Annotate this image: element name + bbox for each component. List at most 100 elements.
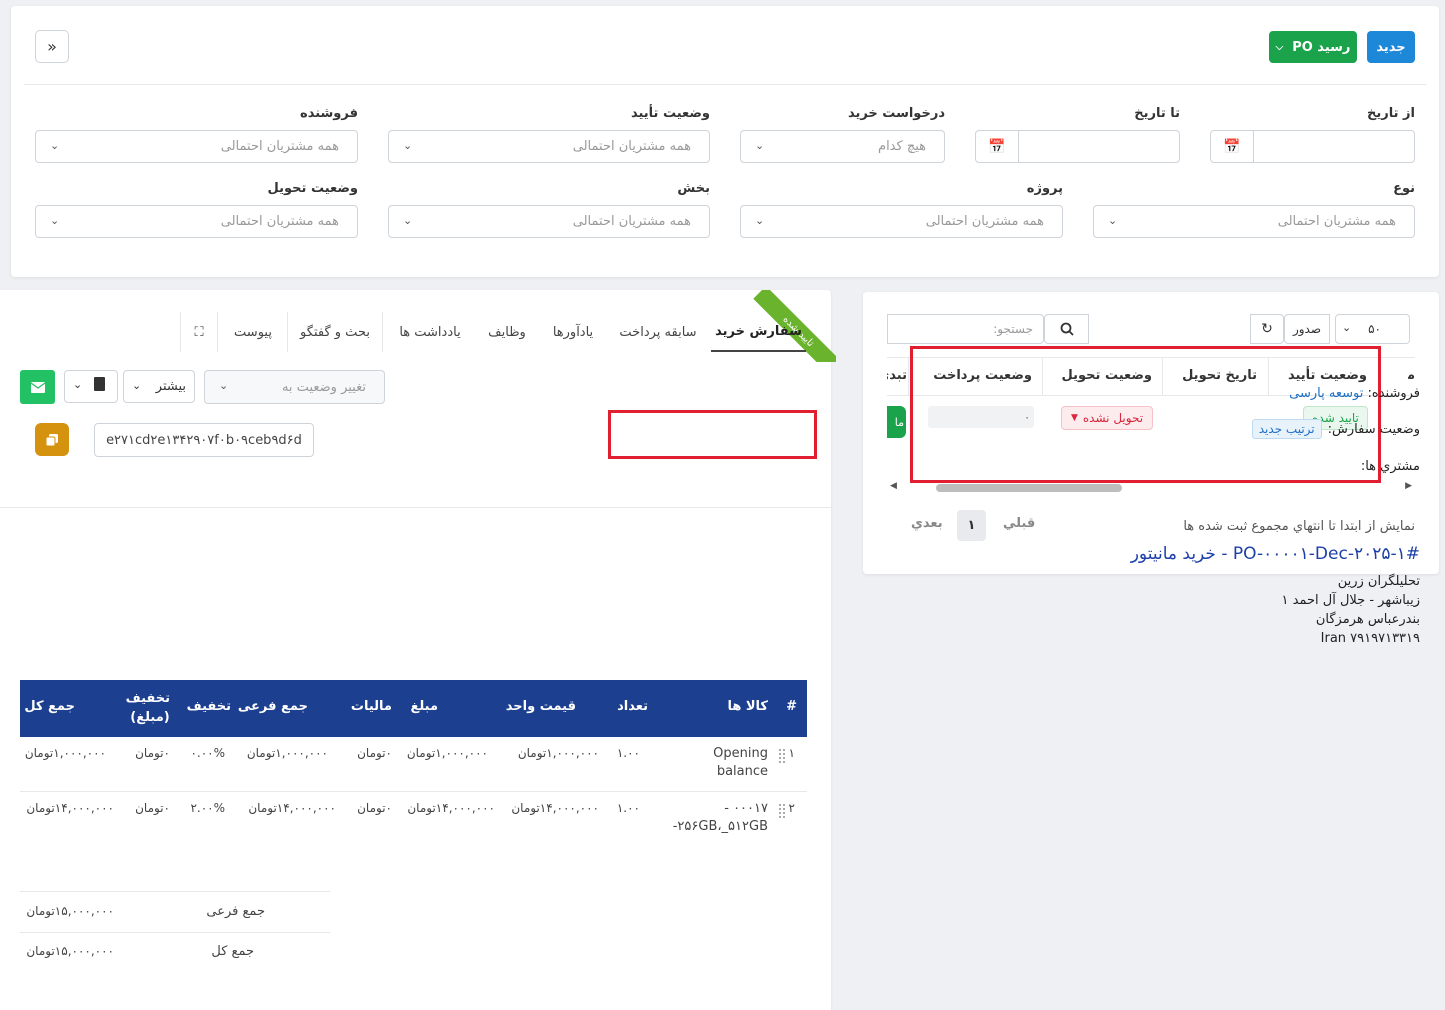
delivery-status-select[interactable]: همه مشتریان احتمالی ⌄ [35, 205, 358, 238]
to-date-input[interactable]: 📅 [975, 130, 1180, 163]
chevron-down-icon: ⌄ [403, 214, 413, 227]
tab-payment-history[interactable]: سابقه پرداخت [608, 312, 708, 352]
tab-attachments[interactable]: پیوست [220, 312, 286, 352]
convert-button[interactable]: ما [887, 406, 906, 438]
col-header-convert: تبدی [887, 368, 907, 383]
tab-fullscreen[interactable]: ⛶ [180, 312, 218, 352]
row1-discount: ۰.۰۰% [190, 746, 225, 760]
hash-value: e۲۷۱cd۲e۱۳۴۲۹۰۷f۰b۰۹ceb۹d۶d [106, 432, 302, 448]
row1-unit-price: ۱,۰۰۰,۰۰۰تومان [517, 746, 599, 760]
row2-subtotal: ۱۴,۰۰۰,۰۰۰تومان [248, 801, 336, 815]
highlight-box-list [910, 346, 1381, 483]
po-receipt-label: رسید PO [1292, 39, 1351, 55]
type-select[interactable]: همه مشتریان احتمالی ⌄ [1093, 205, 1415, 238]
vendor-info-label: فروشنده: [1367, 386, 1421, 401]
scroll-right-icon[interactable]: ▶ [1405, 481, 1412, 491]
chevron-down-icon: ⌄ [73, 378, 83, 391]
department-value: همه مشتریان احتمالی [572, 214, 691, 229]
pdf-button[interactable]: ⌄ [64, 370, 118, 403]
new-button[interactable]: جدید [1367, 31, 1415, 63]
tab-label: وظایف [488, 324, 526, 340]
expand-icon: ⛶ [194, 324, 204, 340]
customers-label: مشتري ها: [1360, 459, 1420, 474]
vendor-label: فروشنده [300, 106, 358, 121]
tab-notes[interactable]: یادداشت ها [384, 312, 476, 352]
row1-discount-amount: ۰تومان [135, 746, 170, 760]
project-value: همه مشتریان احتمالی [925, 214, 1044, 229]
row2-qty: ۱.۰۰ [616, 801, 640, 815]
email-button[interactable] [20, 370, 55, 404]
th-discount: تخفیف [186, 699, 231, 714]
page-number-button[interactable]: ۱ [957, 510, 986, 541]
more-label: بیشتر [155, 379, 186, 394]
address-line-1: تحلیلگران زرین [1337, 574, 1420, 589]
scroll-left-icon[interactable]: ◀ [890, 481, 897, 491]
page-size-select[interactable]: ۵۰ ⌄ [1335, 314, 1410, 344]
more-button[interactable]: بیشتر ⌄ [123, 370, 195, 403]
collapse-button[interactable]: » [35, 30, 69, 63]
purchase-request-select[interactable]: هیچ کدام ⌄ [740, 130, 945, 163]
refresh-button[interactable]: ↻ [1250, 314, 1284, 344]
tab-reminders[interactable]: یادآورها [540, 312, 606, 352]
tab-tasks[interactable]: وظایف [478, 312, 536, 352]
tab-label: سابقه پرداخت [619, 324, 697, 340]
from-date-input[interactable]: 📅 [1210, 130, 1415, 163]
th-discount-amount: تخفیف (مبلغ) [125, 691, 170, 725]
row-divider [20, 791, 807, 792]
search-input[interactable]: جستجو: [887, 314, 1044, 344]
department-select[interactable]: همه مشتریان احتمالی ⌄ [388, 205, 710, 238]
change-status-placeholder: تغییر وضعیت به [281, 379, 366, 395]
hash-field[interactable]: e۲۷۱cd۲e۱۳۴۲۹۰۷f۰b۰۹ceb۹d۶d [94, 423, 314, 457]
page-number: ۱ [967, 518, 976, 533]
po-receipt-button[interactable]: رسید PO ⌵ [1269, 31, 1357, 63]
prev-page-button[interactable]: قبلي [1003, 516, 1035, 531]
export-button[interactable]: صدور [1284, 314, 1330, 344]
address-line-3: بندرعباس هرمزگان [1315, 612, 1420, 627]
vendor-info: فروشنده: توسعه پارسی [1289, 386, 1420, 401]
address-line-2: زیباشهر - جلال آل احمد ۱ [1281, 593, 1420, 608]
vendor-select[interactable]: همه مشتریان احتمالی ⌄ [35, 130, 358, 163]
th-qty: تعداد [617, 699, 648, 714]
drag-handle-icon[interactable] [779, 804, 785, 818]
col-header-partial: ما [1408, 368, 1415, 383]
delivery-status-value: همه مشتریان احتمالی [220, 214, 339, 229]
copy-icon [45, 433, 58, 446]
change-status-select[interactable]: تغییر وضعیت به ⌄ [204, 370, 385, 404]
th-tax: مالیات [350, 699, 392, 714]
approval-status-select[interactable]: همه مشتریان احتمالی ⌄ [388, 130, 710, 163]
chevron-down-icon: ⌄ [1108, 214, 1118, 227]
vendor-link[interactable]: توسعه پارسی [1289, 386, 1363, 401]
col-divider [908, 357, 909, 396]
project-label: پروژه [1026, 181, 1063, 196]
summary-divider [20, 891, 330, 892]
search-button[interactable] [1044, 314, 1089, 344]
row2-unit-price: ۱۴,۰۰۰,۰۰۰تومان [511, 801, 599, 815]
row1-num: ۱ [788, 746, 795, 760]
scrollbar-thumb[interactable] [936, 484, 1122, 492]
chevron-down-icon: ⌵ [1275, 41, 1284, 53]
purchase-request-value: هیچ کدام [878, 139, 926, 154]
row2-amount: ۱۴,۰۰۰,۰۰۰تومان [407, 801, 495, 815]
horizontal-scrollbar[interactable]: ◀ ▶ [887, 481, 1415, 494]
chevron-down-icon: ⌄ [50, 214, 60, 227]
chevron-down-icon: ⌄ [219, 379, 229, 392]
calendar-icon[interactable]: 📅 [1211, 131, 1254, 162]
refresh-icon: ↻ [1261, 321, 1273, 337]
tab-purchase-order[interactable]: سفارش خرید [711, 312, 806, 352]
th-items: کالا ها [727, 699, 768, 714]
th-amount: مبلغ [410, 699, 438, 714]
project-select[interactable]: همه مشتریان احتمالی ⌄ [740, 205, 1063, 238]
address-line-4: Iran ۷۹۱۹۷۱۳۳۱۹ [1320, 631, 1420, 646]
order-status: وضعیت سفارش: ترتیب جدید [1251, 419, 1420, 439]
tab-label: پیوست [234, 324, 272, 340]
vendor-value: همه مشتریان احتمالی [220, 139, 339, 154]
calendar-icon[interactable]: 📅 [976, 131, 1019, 162]
drag-handle-icon[interactable] [779, 749, 785, 763]
type-value: همه مشتریان احتمالی [1277, 214, 1396, 229]
next-page-button[interactable]: بعدي [911, 516, 943, 531]
po-title[interactable]: #PO-۰۰۰۰۱-Dec-۲۰۲۵-۱ - خرید مانیتور [1131, 544, 1420, 564]
top-divider [24, 84, 1426, 85]
tab-discussion[interactable]: بحث و گفتگو [287, 312, 383, 352]
summary-total-value: ۱۵,۰۰۰,۰۰۰تومان [26, 944, 114, 958]
copy-button[interactable] [35, 423, 69, 456]
